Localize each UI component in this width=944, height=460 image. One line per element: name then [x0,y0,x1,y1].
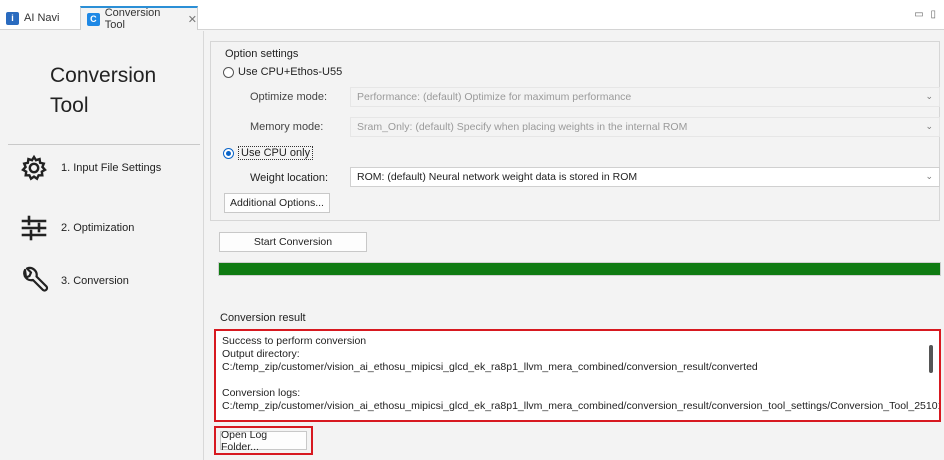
optimize-mode-label: Optimize mode: [250,91,328,103]
result-line: C:/temp_zip/customer/vision_ai_ethosu_mi… [222,361,758,373]
radio-button[interactable] [223,147,234,159]
radio-label: Use CPU+Ethos-U55 [238,66,343,78]
result-line [222,374,933,387]
sidebar: Conversion Tool 1. Input File Settings 2… [0,31,204,460]
weight-location-label: Weight location: [250,172,329,184]
result-line: Conversion logs: [222,387,301,399]
progress-fill [219,263,940,275]
close-icon[interactable]: ✕ [188,13,197,26]
sidebar-item-conversion[interactable]: 3. Conversion [17,264,129,298]
optimize-mode-select[interactable]: Performance: (default) Optimize for maxi… [350,87,940,107]
optimize-mode-value: Performance: (default) Optimize for maxi… [357,91,632,103]
chevron-down-icon: ⌄ [925,91,933,101]
sidebar-item-label: 3. Conversion [61,275,129,287]
sliders-icon [17,211,51,245]
open-log-folder-button[interactable]: Open Log Folder... [220,429,307,453]
sidebar-item-optimization[interactable]: 2. Optimization [17,211,134,245]
option-settings-legend: Option settings [225,48,299,60]
additional-options-button[interactable]: Additional Options... [224,193,330,213]
radio-use-cpu-only[interactable]: Use CPU only [223,146,314,160]
conversion-result-textbox[interactable]: Success to perform conversion Output dir… [214,329,941,422]
scrollbar-thumb[interactable] [929,345,933,373]
sidebar-item-label: 1. Input File Settings [61,162,162,174]
weight-location-select[interactable]: ROM: (default) Neural network weight dat… [350,167,940,187]
conversion-tool-icon: C [87,12,100,26]
tab-ai-navi[interactable]: i AI Navi [6,6,59,30]
window-controls[interactable]: ▭ ▯ [914,9,938,20]
weight-location-value: ROM: (default) Neural network weight dat… [357,171,638,183]
tab-bar: i AI Navi C Conversion Tool ✕ ▭ ▯ [0,0,944,31]
radio-use-cpu-ethos[interactable]: Use CPU+Ethos-U55 [223,66,342,78]
tab-ai-navi-label: AI Navi [24,12,60,24]
tab-conversion-tool[interactable]: C Conversion Tool ✕ [80,6,198,31]
result-line: C:/temp_zip/customer/vision_ai_ethosu_mi… [222,400,941,412]
sidebar-title: Conversion Tool [50,64,157,117]
start-conversion-button[interactable]: Start Conversion [219,232,367,252]
sidebar-item-label: 2. Optimization [61,222,135,234]
open-log-folder-highlight: Open Log Folder... [214,426,313,455]
sidebar-item-input-file-settings[interactable]: 1. Input File Settings [17,151,161,185]
radio-label: Use CPU only [238,146,314,160]
radio-button[interactable] [223,66,234,78]
memory-mode-label: Memory mode: [250,121,324,133]
chevron-down-icon: ⌄ [925,121,933,131]
conversion-progress-bar [218,262,941,276]
result-line: Success to perform conversion [222,335,367,347]
ai-navi-icon: i [6,11,19,25]
chevron-down-icon: ⌄ [925,171,933,181]
conversion-result-caption: Conversion result [220,312,306,324]
sidebar-divider [8,144,200,145]
gear-icon [17,151,51,185]
tab-conversion-tool-label: Conversion Tool [104,7,161,31]
wrench-icon [17,264,51,298]
memory-mode-select[interactable]: Sram_Only: (default) Specify when placin… [350,117,940,137]
result-line: Output directory: [222,348,300,360]
memory-mode-value: Sram_Only: (default) Specify when placin… [357,121,688,133]
